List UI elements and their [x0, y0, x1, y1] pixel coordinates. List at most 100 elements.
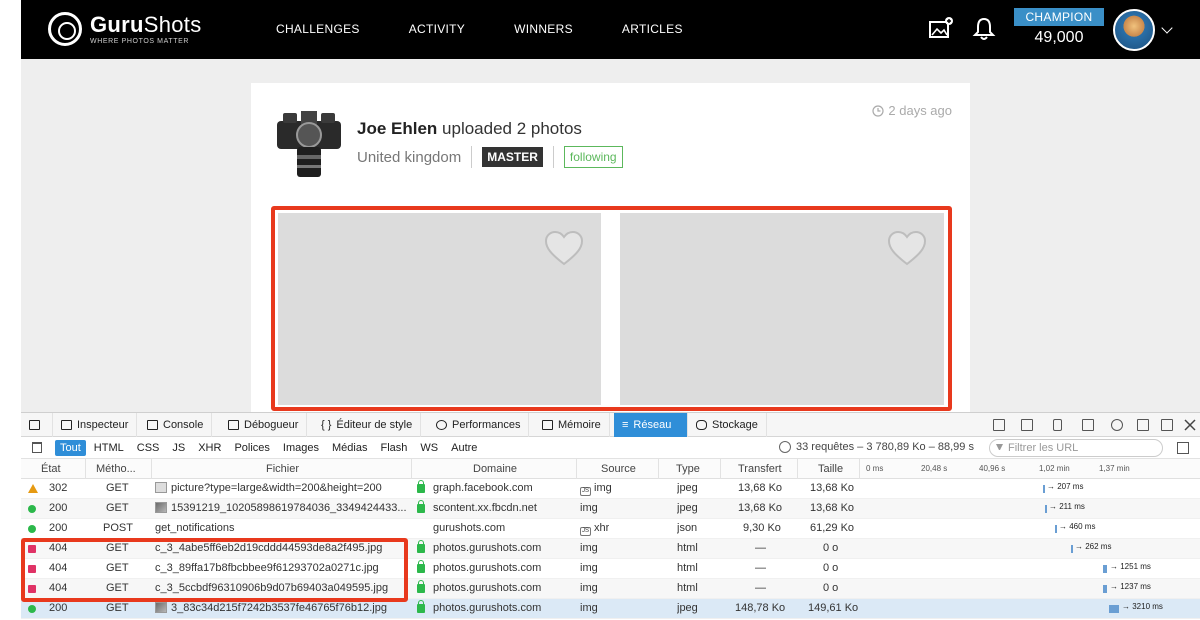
row-method: POST — [103, 522, 133, 534]
champion-status[interactable]: CHAMPION 49,000 — [1014, 8, 1104, 47]
chevron-down-icon[interactable] — [1161, 22, 1173, 34]
table-row[interactable]: 302 GET picture?type=large&width=200&hei… — [21, 479, 1200, 499]
row-status: 200 — [49, 522, 68, 534]
filter-js[interactable]: JS — [167, 440, 190, 456]
nav-challenges[interactable]: CHALLENGES — [276, 22, 360, 36]
split-console-icon[interactable] — [1021, 419, 1033, 431]
left-margin — [0, 0, 21, 620]
filter-images[interactable]: Images — [278, 440, 324, 456]
undock-icon[interactable] — [1161, 419, 1173, 431]
responsive-mode-icon[interactable] — [1053, 419, 1062, 431]
toggle-sidebar-icon[interactable] — [1177, 442, 1189, 454]
clear-trash-icon[interactable] — [32, 442, 42, 453]
gurushots-logo[interactable]: GuruShots WHERE PHOTOS MATTER — [48, 12, 202, 46]
url-filter-input[interactable]: Filtrer les URL — [989, 439, 1163, 457]
notifications-bell-icon[interactable] — [971, 16, 997, 42]
tab-inspector[interactable]: Inspecteur — [53, 413, 138, 437]
debugger-icon — [228, 420, 239, 430]
row-status: 302 — [49, 482, 68, 494]
nav-winners[interactable]: WINNERS — [514, 22, 573, 36]
row-timing: → 211 ms — [1049, 502, 1085, 511]
col-type[interactable]: Type — [676, 463, 700, 475]
table-row[interactable]: 200 GET 15391219_10205898619784036_33494… — [21, 499, 1200, 519]
row-timing: → 1251 ms — [1110, 562, 1151, 571]
points-count: 49,000 — [1034, 29, 1084, 46]
performance-icon — [436, 420, 447, 430]
filter-all[interactable]: Tout — [55, 440, 86, 456]
table-row[interactable]: 200 POST get_notifications gurushots.com… — [21, 519, 1200, 539]
filter-ws[interactable]: WS — [415, 440, 443, 456]
braces-icon: { } — [321, 419, 332, 431]
camera-avatar[interactable] — [273, 107, 345, 181]
tab-performance[interactable]: Performances — [428, 413, 530, 437]
filter-other[interactable]: Autre — [446, 440, 482, 456]
col-size[interactable]: Taille — [818, 463, 843, 475]
photo-placeholder[interactable] — [620, 213, 944, 405]
failed-requests-highlight-box — [21, 538, 408, 602]
row-source: img — [580, 542, 598, 554]
post-title: Joe Ehlen uploaded 2 photos — [357, 119, 582, 138]
tab-console[interactable]: Console — [139, 413, 213, 437]
row-type: html — [677, 542, 698, 554]
performance-analysis-icon[interactable] — [779, 441, 791, 453]
waterfall-bar — [1055, 525, 1057, 533]
network-filter-bar: Tout HTML CSS JS XHR Polices Images Médi… — [21, 437, 1200, 459]
row-file: picture?type=large&width=200&height=200 — [155, 482, 409, 494]
row-status: 200 — [49, 602, 68, 614]
photo-placeholder[interactable] — [278, 213, 601, 405]
col-transfer[interactable]: Transfert — [738, 463, 782, 475]
screenshot-icon[interactable] — [1082, 419, 1094, 431]
tab-style-editor[interactable]: { } Éditeur de style — [313, 413, 422, 437]
element-picker-icon[interactable] — [21, 413, 53, 437]
filter-flash[interactable]: Flash — [375, 440, 412, 456]
divider — [552, 146, 554, 168]
heart-icon[interactable] — [886, 229, 928, 267]
table-row[interactable]: 200 GET 3_83c34d215f7242b3537fe46765f76b… — [21, 599, 1200, 619]
col-status[interactable]: État — [41, 463, 61, 475]
tab-network[interactable]: ≡ Réseau — [614, 413, 688, 437]
memory-icon — [542, 420, 553, 430]
waterfall-bar — [1103, 585, 1107, 593]
tab-debugger[interactable]: Débogueur — [220, 413, 308, 437]
tab-memory[interactable]: Mémoire — [534, 413, 610, 437]
row-domain: photos.gurushots.com — [433, 602, 542, 614]
champion-badge: CHAMPION — [1014, 8, 1104, 26]
col-method[interactable]: Métho... — [96, 463, 136, 475]
row-type: html — [677, 562, 698, 574]
row-type: jpeg — [677, 482, 698, 494]
settings-gear-icon[interactable] — [1111, 419, 1123, 431]
heart-icon[interactable] — [543, 229, 585, 267]
row-type: json — [677, 522, 698, 534]
nav-activity[interactable]: ACTIVITY — [409, 22, 465, 36]
time-ago: 2 days ago — [888, 103, 952, 118]
filter-media[interactable]: Médias — [327, 440, 372, 456]
layout-toggle-icon[interactable] — [993, 419, 1005, 431]
nav-articles[interactable]: ARTICLES — [622, 22, 683, 36]
close-icon[interactable] — [1184, 419, 1196, 431]
shutter-logo-icon — [48, 12, 82, 46]
row-source: img — [580, 602, 598, 614]
row-status: 200 — [49, 502, 68, 514]
col-domain[interactable]: Domaine — [473, 463, 517, 475]
upload-photo-icon[interactable] — [928, 16, 954, 42]
row-file: 3_83c34d215f7242b3537fe46765f76b12.jpg — [155, 602, 409, 614]
row-type: jpeg — [677, 602, 698, 614]
filter-html[interactable]: HTML — [89, 440, 129, 456]
filter-css[interactable]: CSS — [132, 440, 165, 456]
row-transfer: — — [755, 542, 766, 554]
dock-side-icon[interactable] — [1137, 419, 1149, 431]
row-domain: graph.facebook.com — [433, 482, 533, 494]
tab-storage[interactable]: Stockage — [688, 413, 767, 437]
filter-fonts[interactable]: Polices — [229, 440, 274, 456]
row-method: GET — [106, 502, 129, 514]
storage-icon — [696, 420, 707, 430]
follow-button[interactable]: following — [563, 146, 623, 168]
filter-xhr[interactable]: XHR — [193, 440, 226, 456]
col-file[interactable]: Fichier — [266, 463, 299, 475]
devtools-toolbar: Inspecteur Console Débogueur { } Éditeur … — [21, 413, 1200, 437]
user-name-link[interactable]: Joe Ehlen — [357, 119, 437, 138]
user-avatar[interactable] — [1113, 9, 1155, 51]
activity-card: Joe Ehlen uploaded 2 photos United kingd… — [251, 83, 970, 423]
col-source[interactable]: Source — [601, 463, 636, 475]
waterfall-bar — [1103, 565, 1107, 573]
